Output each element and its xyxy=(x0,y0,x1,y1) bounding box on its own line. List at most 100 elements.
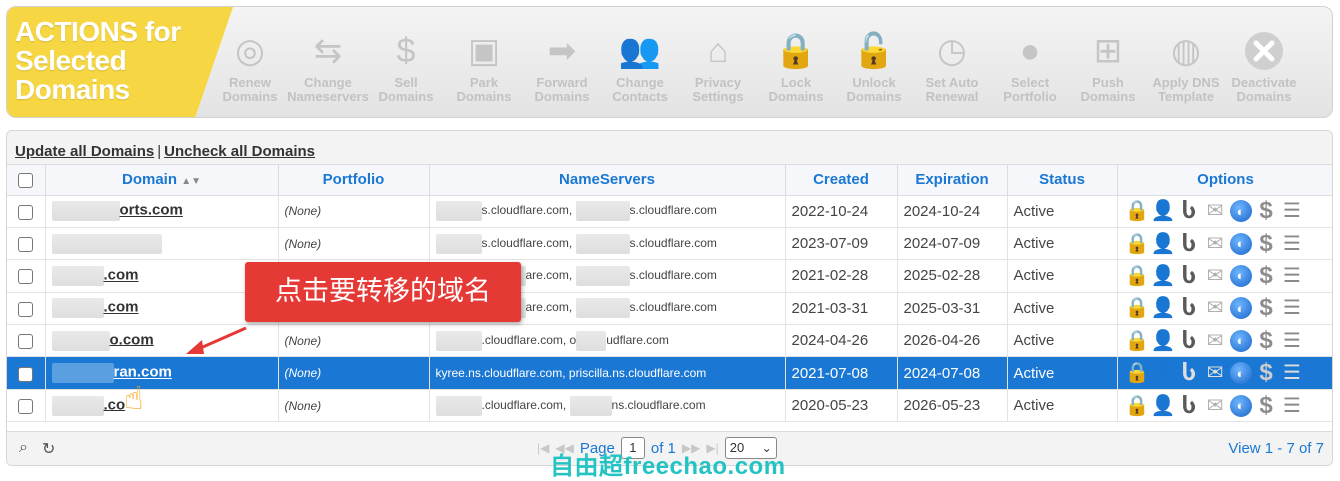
dollar-icon[interactable]: $ xyxy=(1255,231,1278,256)
magnet-icon[interactable]: Ⴑ xyxy=(1178,232,1201,256)
person-icon[interactable]: 👤 xyxy=(1151,199,1176,223)
dollar-icon[interactable]: $ xyxy=(1255,199,1278,223)
mail-icon[interactable]: ✉ xyxy=(1204,264,1227,288)
lock-icon[interactable]: 🔒 xyxy=(1125,296,1150,320)
magnet-icon[interactable]: Ⴑ xyxy=(1178,264,1201,288)
lock-domains-button[interactable]: 🔒 Lock Domains xyxy=(757,7,835,117)
row-checkbox[interactable] xyxy=(18,301,34,317)
globe-icon[interactable]: ◐ xyxy=(1229,394,1252,417)
renew-domains-button[interactable]: ◎ Renew Domains xyxy=(211,7,289,117)
lock-icon[interactable]: 🔒 xyxy=(1125,361,1150,385)
globe-icon[interactable]: ◐ xyxy=(1229,329,1252,352)
person-icon[interactable]: 👤 xyxy=(1151,264,1176,288)
row-checkbox-cell[interactable] xyxy=(7,292,46,326)
dollar-icon[interactable]: $ xyxy=(1255,263,1278,288)
search-icon[interactable]: ⌕ xyxy=(19,439,28,459)
domain-link[interactable]: .com xyxy=(104,299,139,316)
domain-link[interactable]: orts.com xyxy=(120,202,183,219)
column-header-created[interactable]: Created xyxy=(785,165,898,196)
mail-icon[interactable]: ✉ xyxy=(1204,394,1227,418)
database-icon[interactable]: ☰ xyxy=(1281,329,1304,353)
mail-icon[interactable]: ✉ xyxy=(1204,232,1227,256)
row-checkbox[interactable] xyxy=(18,366,34,382)
lock-icon[interactable]: 🔒 xyxy=(1125,264,1150,288)
mail-icon[interactable]: ✉ xyxy=(1204,296,1227,320)
column-header-portfolio[interactable]: Portfolio xyxy=(278,165,430,196)
row-checkbox-cell[interactable] xyxy=(7,195,46,228)
deactivate-domains-button[interactable]: Deactivate Domains xyxy=(1225,7,1303,117)
table-row[interactable]: .co (None) .cloudflare.com, ns.cloudflar… xyxy=(7,389,1332,423)
lock-icon[interactable]: 🔒 xyxy=(1125,329,1150,353)
select-portfolio-button[interactable]: ● Select Portfolio xyxy=(991,7,1069,117)
apply-dns-template-button[interactable]: ◍ Apply DNS Template xyxy=(1147,7,1225,117)
select-all-checkbox[interactable] xyxy=(18,172,34,188)
dollar-icon[interactable]: $ xyxy=(1255,393,1278,418)
row-checkbox-cell[interactable] xyxy=(7,356,46,390)
domain-cell[interactable]: ran.com xyxy=(45,356,279,390)
person-icon[interactable]: 👤 xyxy=(1151,361,1176,385)
refresh-icon[interactable]: ↻ xyxy=(42,439,55,459)
mail-icon[interactable]: ✉ xyxy=(1204,361,1227,385)
row-checkbox[interactable] xyxy=(18,269,34,285)
globe-icon[interactable]: ◐ xyxy=(1229,362,1252,385)
database-icon[interactable]: ☰ xyxy=(1281,361,1304,385)
dollar-icon[interactable]: $ xyxy=(1255,296,1278,320)
change-nameservers-button[interactable]: ⇆ Change Nameservers xyxy=(287,7,369,117)
person-icon[interactable]: 👤 xyxy=(1151,329,1176,353)
forward-domains-button[interactable]: ➡ Forward Domains xyxy=(523,7,601,117)
table-row-selected[interactable]: ran.com (None) kyree.ns.cloudflare.com, … xyxy=(7,356,1332,390)
magnet-icon[interactable]: Ⴑ xyxy=(1178,199,1201,223)
push-domains-button[interactable]: ⊞ Push Domains xyxy=(1069,7,1147,117)
database-icon[interactable]: ☰ xyxy=(1281,232,1304,256)
domain-link[interactable]: .com xyxy=(104,267,139,284)
person-icon[interactable]: 👤 xyxy=(1151,232,1176,256)
update-all-domains-link[interactable]: Update all Domains xyxy=(15,143,154,160)
domain-link[interactable]: o.com xyxy=(110,331,154,348)
table-row[interactable]: .com are.com, s.cloudflare.com 2021-02-2… xyxy=(7,259,1332,293)
table-row[interactable]: orts.com (None) s.cloudflare.com, s.clou… xyxy=(7,195,1332,228)
select-all-checkbox-cell[interactable] xyxy=(7,165,46,196)
mail-icon[interactable]: ✉ xyxy=(1204,329,1227,353)
domain-link[interactable]: .co xyxy=(104,396,126,413)
domain-cell[interactable] xyxy=(45,227,279,261)
row-checkbox-cell[interactable] xyxy=(7,324,46,358)
domain-cell[interactable]: .com xyxy=(45,259,279,293)
table-row[interactable]: (None) s.cloudflare.com, s.cloudflare.co… xyxy=(7,227,1332,261)
column-header-domain[interactable]: Domain ▲▼ xyxy=(45,165,279,196)
row-checkbox-cell[interactable] xyxy=(7,227,46,261)
lock-icon[interactable]: 🔒 xyxy=(1125,394,1150,418)
row-checkbox[interactable] xyxy=(18,334,34,350)
row-checkbox[interactable] xyxy=(18,204,34,220)
mail-icon[interactable]: ✉ xyxy=(1204,199,1227,223)
dollar-icon[interactable]: $ xyxy=(1255,361,1278,385)
lock-icon[interactable]: 🔒 xyxy=(1125,199,1150,223)
magnet-icon[interactable]: Ⴑ xyxy=(1178,394,1201,418)
globe-icon[interactable]: ◐ xyxy=(1229,200,1252,223)
park-domains-button[interactable]: ▣ Park Domains xyxy=(445,7,523,117)
person-icon[interactable]: 👤 xyxy=(1151,296,1176,320)
globe-icon[interactable]: ◐ xyxy=(1229,264,1252,287)
magnet-icon[interactable]: Ⴑ xyxy=(1178,329,1201,353)
database-icon[interactable]: ☰ xyxy=(1281,394,1304,418)
magnet-icon[interactable]: Ⴑ xyxy=(1178,361,1201,385)
magnet-icon[interactable]: Ⴑ xyxy=(1178,296,1201,320)
dollar-icon[interactable]: $ xyxy=(1255,328,1278,353)
uncheck-all-domains-link[interactable]: Uncheck all Domains xyxy=(164,143,315,160)
domain-cell[interactable]: orts.com xyxy=(45,195,279,228)
lock-icon[interactable]: 🔒 xyxy=(1125,232,1150,256)
row-checkbox[interactable] xyxy=(18,398,34,414)
row-checkbox[interactable] xyxy=(18,236,34,252)
globe-icon[interactable]: ◐ xyxy=(1229,297,1252,320)
change-contacts-button[interactable]: 👥 Change Contacts xyxy=(601,7,679,117)
database-icon[interactable]: ☰ xyxy=(1281,296,1304,320)
row-checkbox-cell[interactable] xyxy=(7,389,46,423)
globe-icon[interactable]: ◐ xyxy=(1229,232,1252,255)
column-header-nameservers[interactable]: NameServers xyxy=(429,165,786,196)
sell-domains-button[interactable]: $ Sell Domains xyxy=(367,7,445,117)
database-icon[interactable]: ☰ xyxy=(1281,264,1304,288)
domain-cell[interactable]: .co xyxy=(45,389,279,423)
database-icon[interactable]: ☰ xyxy=(1281,199,1304,223)
unlock-domains-button[interactable]: 🔓 Unlock Domains xyxy=(835,7,913,117)
set-auto-renewal-button[interactable]: ◷ Set Auto Renewal xyxy=(913,7,991,117)
privacy-settings-button[interactable]: ⌂ Privacy Settings xyxy=(679,7,757,117)
